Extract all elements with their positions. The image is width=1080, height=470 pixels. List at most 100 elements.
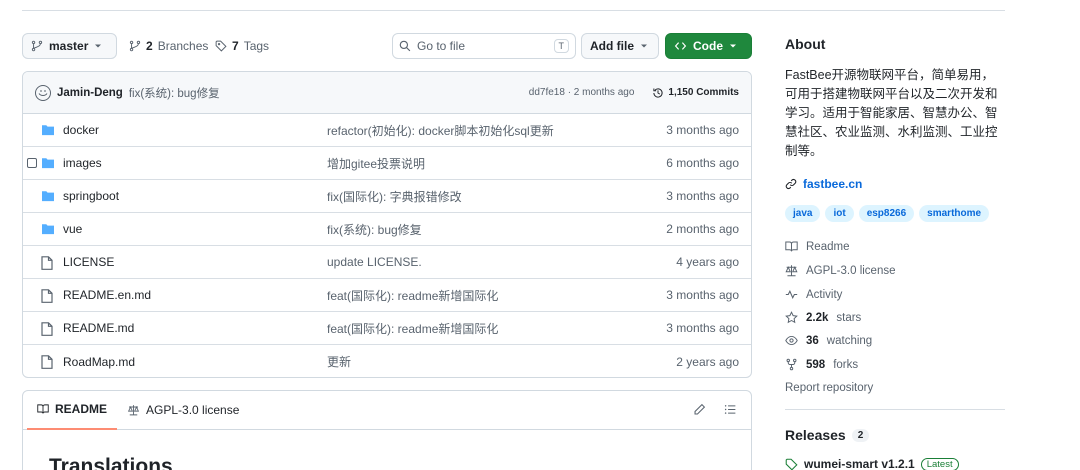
file-name[interactable]: springboot [63,189,119,203]
commit-author[interactable]: Jamin-Deng [57,87,123,99]
branches-link[interactable]: 2 Branches [129,33,208,59]
topic-iot[interactable]: iot [825,205,854,222]
folder-icon [41,124,55,139]
table-row[interactable]: README.md feat(国际化): readme新增国际化 3 months … [23,312,751,345]
table-row[interactable]: RoadMap.md 更新 2 years ago [23,345,751,377]
file-age: 3 months ago [666,123,739,137]
watching-count: 36 [806,334,819,347]
avatar[interactable] [35,84,51,101]
table-row[interactable]: vue fix(系统): bug修复 2 months ago [23,213,751,246]
file-commit-message[interactable]: feat(国际化): readme新增国际化 [327,320,498,337]
file-list: Jamin-Deng fix(系统): bug修复 dd7fe18 · 2 mo… [22,71,752,378]
tab-readme-label: README [55,402,108,416]
watching-link[interactable]: 36 watching [785,334,872,347]
activity-link-label: Activity [806,288,843,301]
tag-icon [215,40,227,52]
file-name[interactable]: images [63,156,102,170]
file-name[interactable]: docker [63,123,99,137]
add-file-button[interactable]: Add file [581,33,659,59]
history-icon [653,87,664,98]
file-name[interactable]: RoadMap.md [63,355,135,369]
activity-link[interactable]: Activity [785,288,842,301]
file-commit-message[interactable]: 更新 [327,353,351,370]
commit-sha-time[interactable]: dd7fe18 · 2 months ago [529,87,635,98]
website-link[interactable]: fastbee.cn [785,177,862,191]
file-age: 3 months ago [666,288,739,302]
row-checkbox[interactable] [27,158,37,168]
file-icon [41,322,53,339]
table-row[interactable]: LICENSE update LICENSE. 4 years ago [23,246,751,279]
file-commit-message[interactable]: 增加gitee投票说明 [327,155,425,172]
law-icon [785,265,798,277]
book-icon [37,404,49,414]
releases-header[interactable]: Releases 2 [785,427,870,443]
file-commit-message[interactable]: fix(系统): bug修复 [327,221,422,238]
table-row[interactable]: images 增加gitee投票说明 6 months ago [23,147,751,180]
file-commit-message[interactable]: feat(国际化): readme新增国际化 [327,287,498,304]
topic-java[interactable]: java [785,205,821,222]
tag-icon [785,458,798,470]
forks-link[interactable]: 598 forks [785,358,858,371]
star-icon [785,311,798,324]
search-shortcut-key: T [553,39,569,53]
file-age: 3 months ago [666,321,739,335]
file-icon [41,256,53,273]
tags-label: Tags [243,39,270,53]
file-commit-message[interactable]: update LICENSE. [327,255,422,269]
stars-link[interactable]: 2.2k stars [785,311,861,324]
file-age: 6 months ago [666,156,739,170]
file-icon [41,289,53,306]
report-label: Report repository [785,382,874,394]
code-button[interactable]: Code [665,33,752,59]
topic-esp8266[interactable]: esp8266 [858,205,915,222]
pencil-icon[interactable] [693,403,706,416]
folder-icon [41,190,55,205]
table-row[interactable]: docker refactor(初始化): docker脚本初始化sql更新 3 m… [23,114,751,147]
file-age: 2 months ago [666,222,739,236]
tags-count: 7 [232,39,239,53]
file-name[interactable]: LICENSE [63,255,114,269]
file-age: 3 months ago [666,189,739,203]
releases-count: 2 [851,428,870,442]
latest-commit-bar: Jamin-Deng fix(系统): bug修复 dd7fe18 · 2 mo… [23,72,751,114]
license-link[interactable]: AGPL-3.0 license [785,264,896,277]
tags-link[interactable]: 7 Tags [215,33,269,59]
readme-tabs: README AGPL-3.0 license [23,391,751,430]
file-commit-message[interactable]: refactor(初始化): docker脚本初始化sql更新 [327,122,554,139]
list-icon[interactable] [724,403,737,416]
stars-label: stars [836,311,862,324]
table-row[interactable]: README.en.md feat(国际化): readme新增国际化 3 mont… [23,279,751,312]
book-icon [785,241,798,252]
website-url: fastbee.cn [803,177,863,191]
top-divider [22,10,1005,11]
file-commit-message[interactable]: fix(国际化): 字典报错修改 [327,188,462,205]
file-icon [41,355,53,372]
file-name[interactable]: README.md [63,321,134,335]
branches-count: 2 [146,39,153,53]
commit-message[interactable]: fix(系统): bug修复 [129,85,220,101]
branches-label: Branches [157,39,209,53]
release-name: wumei-smart v1.2.1 [804,457,915,470]
table-row[interactable]: springboot fix(国际化): 字典报错修改 3 months ago [23,180,751,213]
eye-icon [785,335,798,346]
tab-license[interactable]: AGPL-3.0 license [117,391,249,430]
file-name[interactable]: README.en.md [63,288,151,302]
latest-release[interactable]: wumei-smart v1.2.1 Latest [785,457,959,470]
commits-count: 1,150 Commits [668,87,739,98]
file-name[interactable]: vue [63,222,82,236]
report-repository-link[interactable]: Report repository [785,382,873,394]
readme-link[interactable]: Readme [785,240,849,253]
folder-icon [41,223,55,238]
search-icon [399,40,411,52]
branch-selector[interactable]: master [22,33,117,59]
caret-down-icon [95,44,102,48]
folder-icon [41,157,55,172]
repo-toolbar: master 2 Branches 7 Tags Go to file T Ad… [22,33,752,59]
commits-history-link[interactable]: 1,150 Commits [652,87,739,99]
topic-smarthome[interactable]: smarthome [919,205,990,222]
caret-down-icon [641,44,647,48]
go-to-file-input[interactable]: Go to file T [392,33,576,59]
topics-list: java iot esp8266 smarthome [785,205,990,222]
code-icon [674,42,687,50]
tab-readme[interactable]: README [27,391,118,430]
